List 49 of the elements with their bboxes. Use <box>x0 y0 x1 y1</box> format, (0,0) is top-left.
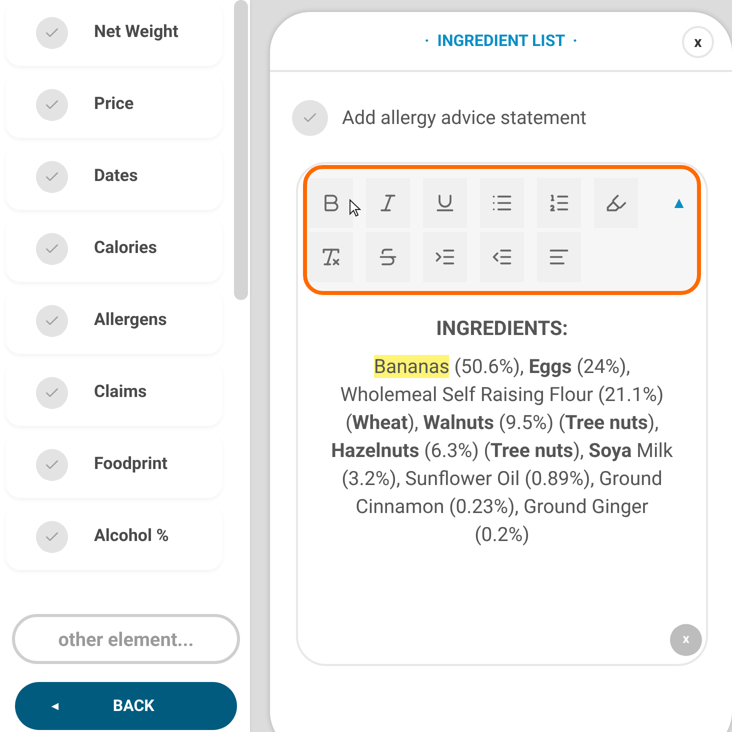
strikethrough-icon <box>377 246 399 268</box>
item-label: Claims <box>94 381 147 404</box>
numbered-list-button[interactable] <box>537 178 581 228</box>
item-label: Foodprint <box>94 453 168 476</box>
underline-button[interactable] <box>423 178 467 228</box>
checkbox[interactable] <box>36 377 68 409</box>
panel-title: · INGREDIENT LIST · <box>424 30 578 52</box>
item-label: Net Weight <box>94 21 178 44</box>
ingredients-text: Bananas (50.6%), Eggs (24%), Wholemeal Self Raising Flour (21.1%) (Wheat), Walnuts (9.5%) (Tree nuts), Hazelnuts (6.3%) (Tree nuts), Soya Milk (3.2%), Sunflower Oil (0.89%), Ground Cinnamon (0.23%), Ground Ginger (0.2%) <box>330 354 674 548</box>
indent-button[interactable] <box>423 232 467 282</box>
checkbox[interactable] <box>36 161 68 193</box>
sidebar-item[interactable]: Allergens <box>6 288 222 354</box>
italic-button[interactable] <box>366 178 410 228</box>
checkbox[interactable] <box>36 17 68 49</box>
checkbox[interactable] <box>36 305 68 337</box>
checkbox[interactable] <box>36 449 68 481</box>
back-button[interactable]: ◄ BACK <box>15 682 237 730</box>
sidebar-item[interactable]: Price <box>6 72 222 138</box>
item-label: Price <box>94 93 134 116</box>
checkbox[interactable] <box>292 100 328 136</box>
align-button[interactable] <box>537 232 581 282</box>
bullet-list-button[interactable] <box>480 178 524 228</box>
clear-format-icon <box>320 246 342 268</box>
search-field[interactable]: other element... <box>12 614 240 664</box>
item-label: Dates <box>94 165 138 188</box>
sidebar-item[interactable]: Calories <box>6 216 222 282</box>
sidebar-item[interactable]: Dates <box>6 144 222 210</box>
highlighter-icon <box>605 192 627 214</box>
sidebar-item[interactable]: Claims <box>6 360 222 426</box>
bold-button[interactable] <box>309 178 353 228</box>
item-label: Allergens <box>94 309 167 332</box>
underline-icon <box>434 192 456 214</box>
ingredients-heading: INGREDIENTS: <box>436 315 568 342</box>
outdent-button[interactable] <box>480 232 524 282</box>
item-label: Alcohol % <box>94 525 169 548</box>
checkbox[interactable] <box>36 89 68 121</box>
sidebar-item[interactable]: Foodprint <box>6 432 222 498</box>
cursor-icon <box>349 199 361 217</box>
item-label: Calories <box>94 237 157 260</box>
close-button[interactable]: x <box>682 26 714 58</box>
checkbox[interactable] <box>36 521 68 553</box>
clear-format-button[interactable] <box>309 232 353 282</box>
numbered-list-icon <box>548 192 570 214</box>
option-label: Add allergy advice statement <box>342 104 587 131</box>
strikethrough-button[interactable] <box>366 232 410 282</box>
highlight-button[interactable] <box>594 178 638 228</box>
sidebar-item[interactable]: Alcohol % <box>6 504 222 570</box>
checkbox[interactable] <box>36 233 68 265</box>
sidebar-item[interactable]: Net Weight <box>6 0 222 66</box>
